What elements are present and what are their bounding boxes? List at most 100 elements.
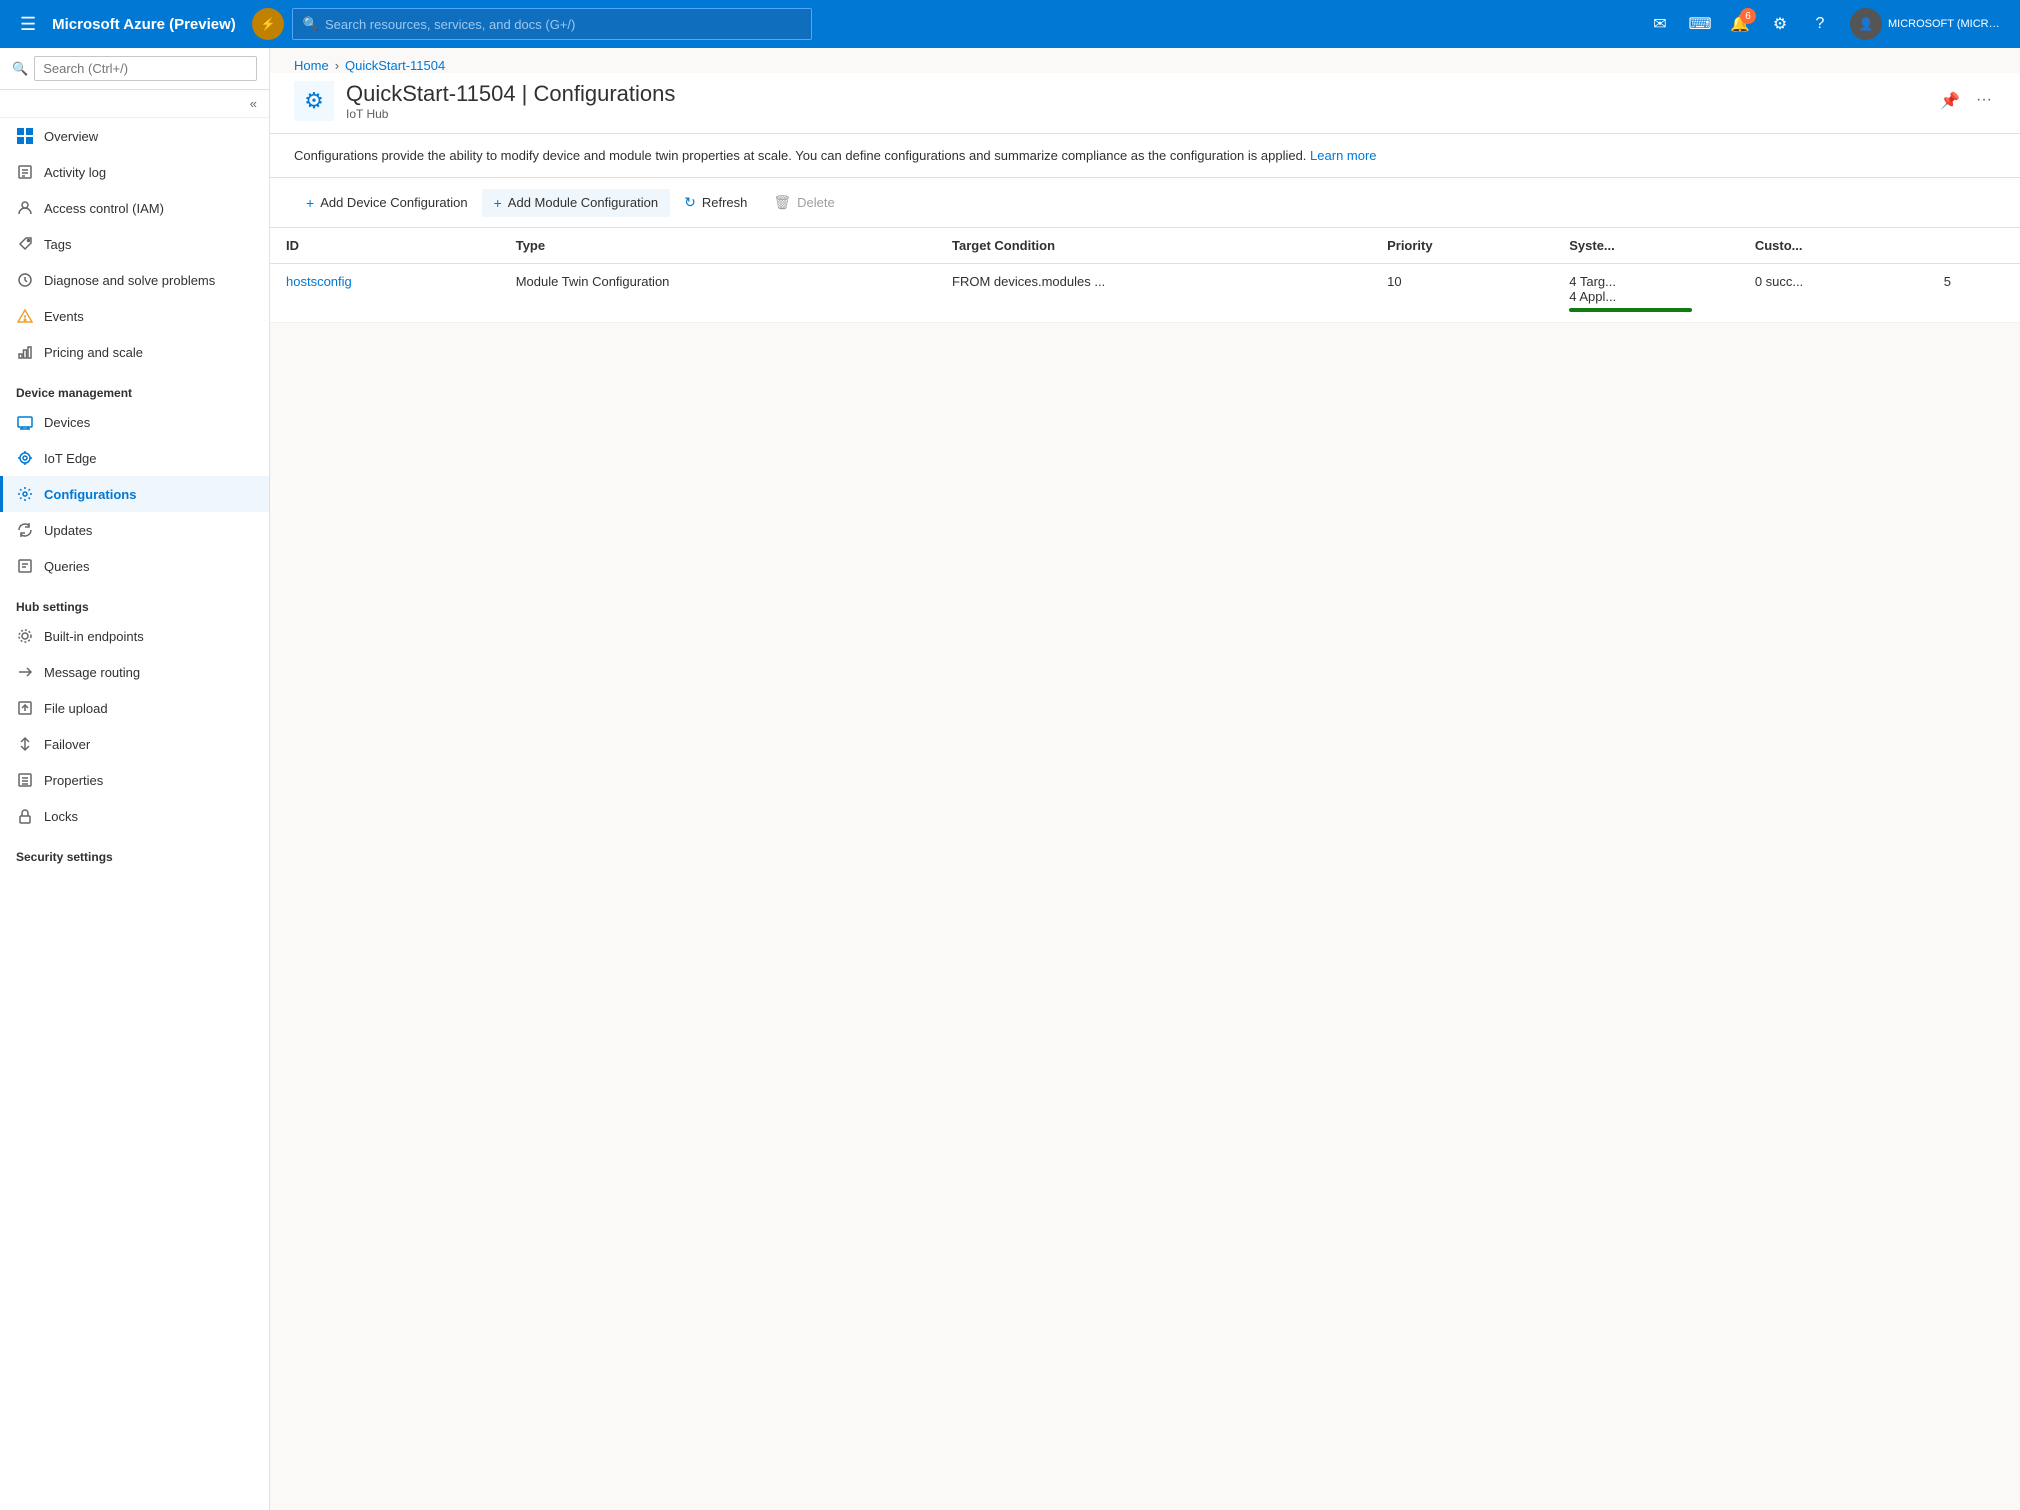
info-text: Configurations provide the ability to mo… (294, 148, 1306, 163)
events-icon (16, 307, 34, 325)
page-header: ⚙ QuickStart-11504 | Configurations IoT … (270, 73, 2020, 134)
cloud-shell-button[interactable]: ⌨ (1682, 6, 1718, 42)
iam-icon (16, 199, 34, 217)
cell-target-condition: FROM devices.modules ... (936, 264, 1371, 323)
help-button[interactable]: ? (1802, 6, 1838, 42)
main-container: 🔍 « Overview Activity log (0, 48, 2020, 1510)
iot-edge-icon (16, 449, 34, 467)
sidebar-item-message-routing[interactable]: Message routing (0, 654, 269, 690)
refresh-button[interactable]: ↻ Refresh (672, 188, 759, 217)
sidebar-search-input[interactable] (34, 56, 257, 81)
failover-icon (16, 735, 34, 753)
progress-bar (1569, 308, 1692, 312)
col-id: ID (270, 228, 500, 264)
collapse-sidebar-button[interactable]: « (0, 90, 269, 118)
sidebar-item-diagnose[interactable]: Diagnose and solve problems (0, 262, 269, 298)
devices-icon (16, 413, 34, 431)
svg-text:⚡: ⚡ (260, 17, 275, 31)
add-device-config-icon: + (306, 195, 314, 211)
brand-name: Microsoft Azure (Preview) (52, 16, 236, 33)
sidebar-item-label: Updates (44, 523, 92, 538)
syste-line2: 4 Appl... (1569, 289, 1723, 304)
sidebar-item-iam[interactable]: Access control (IAM) (0, 190, 269, 226)
pin-button[interactable]: 📌 (1936, 87, 1964, 115)
sidebar-item-overview[interactable]: Overview (0, 118, 269, 154)
table: ID Type Target Condition Priority Syste.… (270, 228, 2020, 323)
add-module-config-icon: + (494, 195, 502, 211)
feedback-button[interactable]: ✉ (1642, 6, 1678, 42)
sidebar-item-label: Properties (44, 773, 103, 788)
add-device-config-button[interactable]: + Add Device Configuration (294, 189, 480, 217)
breadcrumb-home[interactable]: Home (294, 58, 329, 73)
col-extra (1928, 228, 2020, 264)
device-management-section: Device management (0, 370, 269, 404)
config-id-link[interactable]: hostsconfig (286, 274, 352, 289)
notification-badge: 6 (1740, 8, 1756, 24)
search-input[interactable] (325, 17, 801, 32)
updates-icon (16, 521, 34, 539)
grid-icon (16, 127, 34, 145)
sidebar-item-tags[interactable]: Tags (0, 226, 269, 262)
sidebar-item-label: Locks (44, 809, 78, 824)
endpoints-icon (16, 627, 34, 645)
delete-button[interactable]: 🗑 Delete (761, 188, 846, 217)
resource-icon: ⚙ (294, 81, 334, 121)
progress-bar-container (1569, 308, 1723, 312)
sidebar-item-locks[interactable]: Locks (0, 798, 269, 834)
sidebar-item-events[interactable]: Events (0, 298, 269, 334)
sidebar-item-activity-log[interactable]: Activity log (0, 154, 269, 190)
learn-more-link[interactable]: Learn more (1310, 148, 1376, 163)
diagnose-icon (16, 271, 34, 289)
sidebar-search-icon: 🔍 (12, 61, 28, 77)
add-module-config-button[interactable]: + Add Module Configuration (482, 189, 671, 217)
sidebar-item-label: Activity log (44, 165, 106, 180)
cell-id: hostsconfig (270, 264, 500, 323)
sidebar-search-box[interactable]: 🔍 (0, 48, 269, 90)
notifications-button[interactable]: 🔔 6 (1722, 6, 1758, 42)
col-custom-metrics: Custo... (1739, 228, 1928, 264)
sidebar-item-label: Tags (44, 237, 71, 252)
sidebar-item-label: File upload (44, 701, 108, 716)
cell-priority: 10 (1371, 264, 1553, 323)
col-system-metrics: Syste... (1553, 228, 1739, 264)
user-menu[interactable]: 👤 MICROSOFT (MICROSOFT.ON (1850, 8, 2008, 40)
delete-icon: 🗑 (773, 194, 791, 211)
sidebar-item-devices[interactable]: Devices (0, 404, 269, 440)
sidebar-item-updates[interactable]: Updates (0, 512, 269, 548)
tags-icon (16, 235, 34, 253)
page-title-block: QuickStart-11504 | Configurations IoT Hu… (346, 81, 1924, 121)
sidebar-item-built-in-endpoints[interactable]: Built-in endpoints (0, 618, 269, 654)
settings-button[interactable]: ⚙ (1762, 6, 1798, 42)
sidebar-item-queries[interactable]: Queries (0, 548, 269, 584)
sidebar-item-properties[interactable]: Properties (0, 762, 269, 798)
security-settings-section: Security settings (0, 834, 269, 868)
gear-icon: ⚙ (1773, 14, 1787, 34)
info-bar: Configurations provide the ability to mo… (270, 134, 2020, 178)
sidebar-item-file-upload[interactable]: File upload (0, 690, 269, 726)
help-icon: ? (1816, 15, 1825, 33)
page-header-actions: 📌 ··· (1936, 87, 1996, 115)
user-label: MICROSOFT (MICROSOFT.ON (1888, 18, 2008, 30)
sidebar: 🔍 « Overview Activity log (0, 48, 270, 1510)
hamburger-menu[interactable]: ☰ (12, 10, 44, 39)
sidebar-item-pricing[interactable]: Pricing and scale (0, 334, 269, 370)
sidebar-scroll-area: Overview Activity log Access control (IA… (0, 118, 269, 1510)
sidebar-item-label: Events (44, 309, 84, 324)
user-avatar: 👤 (1850, 8, 1882, 40)
sidebar-item-label: Failover (44, 737, 90, 752)
breadcrumb-resource[interactable]: QuickStart-11504 (345, 58, 445, 73)
col-priority: Priority (1371, 228, 1553, 264)
content-body: Configurations provide the ability to mo… (270, 134, 2020, 1510)
more-options-button[interactable]: ··· (1972, 87, 1996, 115)
sidebar-item-configurations[interactable]: Configurations (0, 476, 269, 512)
global-search-box[interactable]: 🔍 (292, 8, 812, 40)
configurations-table: ID Type Target Condition Priority Syste.… (270, 228, 2020, 323)
sidebar-item-label: Queries (44, 559, 90, 574)
sidebar-item-failover[interactable]: Failover (0, 726, 269, 762)
pricing-icon (16, 343, 34, 361)
activity-log-icon (16, 163, 34, 181)
sidebar-item-label: IoT Edge (44, 451, 97, 466)
sidebar-item-iot-edge[interactable]: IoT Edge (0, 440, 269, 476)
cell-system-metrics: 4 Targ... 4 Appl... (1553, 264, 1739, 323)
cell-extra: 5 (1928, 264, 2020, 323)
